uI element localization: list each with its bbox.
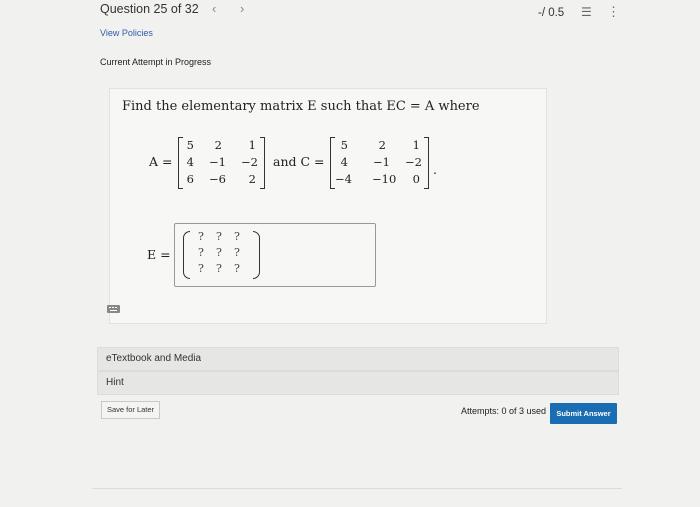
etextbook-media-bar[interactable]: eTextbook and Media [97,347,619,371]
answer-cell-input[interactable]: ? [231,262,243,275]
answer-cell-input[interactable]: ? [213,230,225,243]
answer-cell-input[interactable]: ? [213,262,225,275]
answer-cell-input[interactable]: ? [213,246,225,259]
matrix-c-cell: 5 [340,138,348,152]
score-display: -/ 0.5 [538,7,565,19]
connector-and-c: and C = [273,154,325,169]
matrix-c-cell: −1 [373,155,390,169]
attempt-status: Current Attempt in Progress [100,57,212,67]
matrix-a-right-bracket [260,137,265,189]
next-question-icon[interactable]: › [240,1,244,16]
previous-question-icon[interactable]: ‹ [212,1,216,16]
matrix-c-right-bracket [424,137,429,189]
matrix-c-cell: 2 [378,138,386,152]
hint-label: Hint [106,377,124,388]
matrix-c-cell: −4 [335,172,352,186]
end-period: . [433,162,437,177]
footer-divider [92,488,622,489]
matrix-a-cell: 6 [186,172,194,186]
attempts-counter: Attempts: 0 of 3 used [461,406,547,416]
answer-cell-input[interactable]: ? [195,230,207,243]
hint-bar[interactable]: Hint [97,371,619,395]
matrix-a-cell: −6 [209,172,226,186]
answer-right-paren [253,231,260,279]
answer-left-paren [183,231,190,279]
matrix-a-cell: 2 [214,138,222,152]
save-for-later-button[interactable]: Save for Later [101,401,160,419]
answer-cell-input[interactable]: ? [195,246,207,259]
question-panel: Find the elementary matrix E such that E… [109,88,547,324]
matrix-a-label: A = [149,154,173,169]
matrix-a-cell: 1 [248,138,256,152]
matrix-a-cell: −2 [241,155,258,169]
answer-label: E = [147,247,171,262]
matrix-a-cell: 2 [248,172,256,186]
etextbook-label: eTextbook and Media [106,353,202,364]
answer-cell-input[interactable]: ? [231,246,243,259]
top-bar: Question 25 of 32 ‹ › -/ 0.5 ☰ ⋮ [0,0,700,24]
keyboard-icon[interactable] [107,305,120,313]
answer-cell-input[interactable]: ? [195,262,207,275]
matrix-a-cell: 4 [186,155,194,169]
question-prompt: Find the elementary matrix E such that E… [122,99,480,114]
matrix-c-cell: −10 [372,172,397,186]
matrix-a-cell: −1 [209,155,226,169]
matrix-c-cell: −2 [405,155,422,169]
matrix-c-cell: 4 [340,155,348,169]
answer-cell-input[interactable]: ? [231,230,243,243]
matrix-c-cell: 0 [412,172,420,186]
more-vertical-icon[interactable]: ⋮ [607,4,620,20]
matrix-c-cell: 1 [412,138,420,152]
matrix-a-cell: 5 [186,138,194,152]
list-icon[interactable]: ☰ [581,5,592,19]
answer-matrix-box[interactable]: ? ? ? ? ? ? ? ? ? [174,223,376,287]
question-counter: Question 25 of 32 [100,2,199,16]
submit-answer-button[interactable]: Submit Answer [550,403,617,424]
view-policies-link[interactable]: View Policies [100,28,153,38]
